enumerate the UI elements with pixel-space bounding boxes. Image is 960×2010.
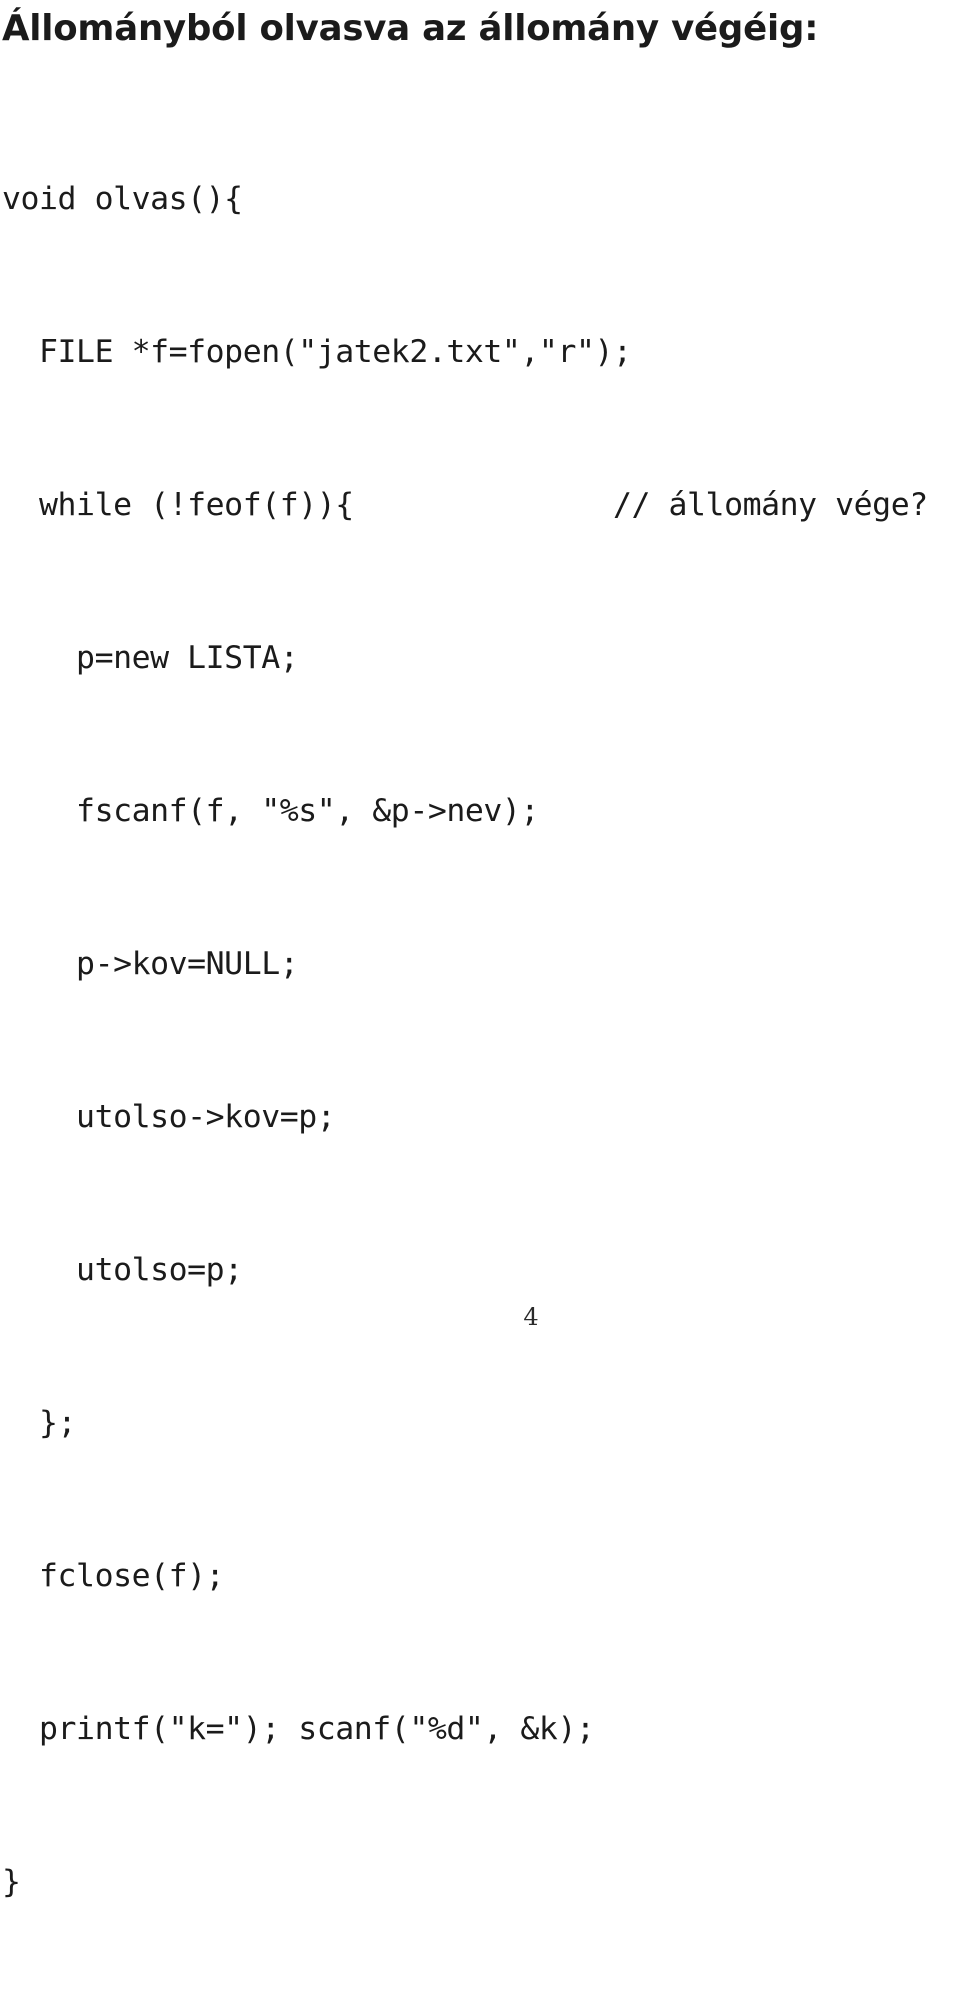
code-block: void olvas(){ FILE *f=fopen("jatek2.txt"… [2, 72, 958, 2010]
code-line: while (!feof(f)){ // állomány vége? [2, 487, 928, 523]
code-line: p=new LISTA; [2, 640, 299, 676]
code-line: } [2, 1864, 21, 1900]
code-line: void olvas(){ [2, 181, 243, 217]
code-line: utolso=p; [2, 1252, 243, 1288]
document-page: Állományból olvasva az állomány végéig: … [0, 0, 960, 1900]
page-title: Állományból olvasva az állomány végéig: [2, 8, 819, 49]
code-line: p->kov=NULL; [2, 946, 299, 982]
code-line: }; [2, 1405, 77, 1441]
code-line: printf("k="); scanf("%d", &k); [2, 1711, 595, 1747]
code-line: fclose(f); [2, 1558, 225, 1594]
code-line: fscanf(f, "%s", &p->nev); [2, 793, 539, 829]
page-number: 4 [523, 1303, 539, 1331]
code-line: FILE *f=fopen("jatek2.txt","r"); [2, 334, 632, 370]
code-line: utolso->kov=p; [2, 1099, 336, 1135]
